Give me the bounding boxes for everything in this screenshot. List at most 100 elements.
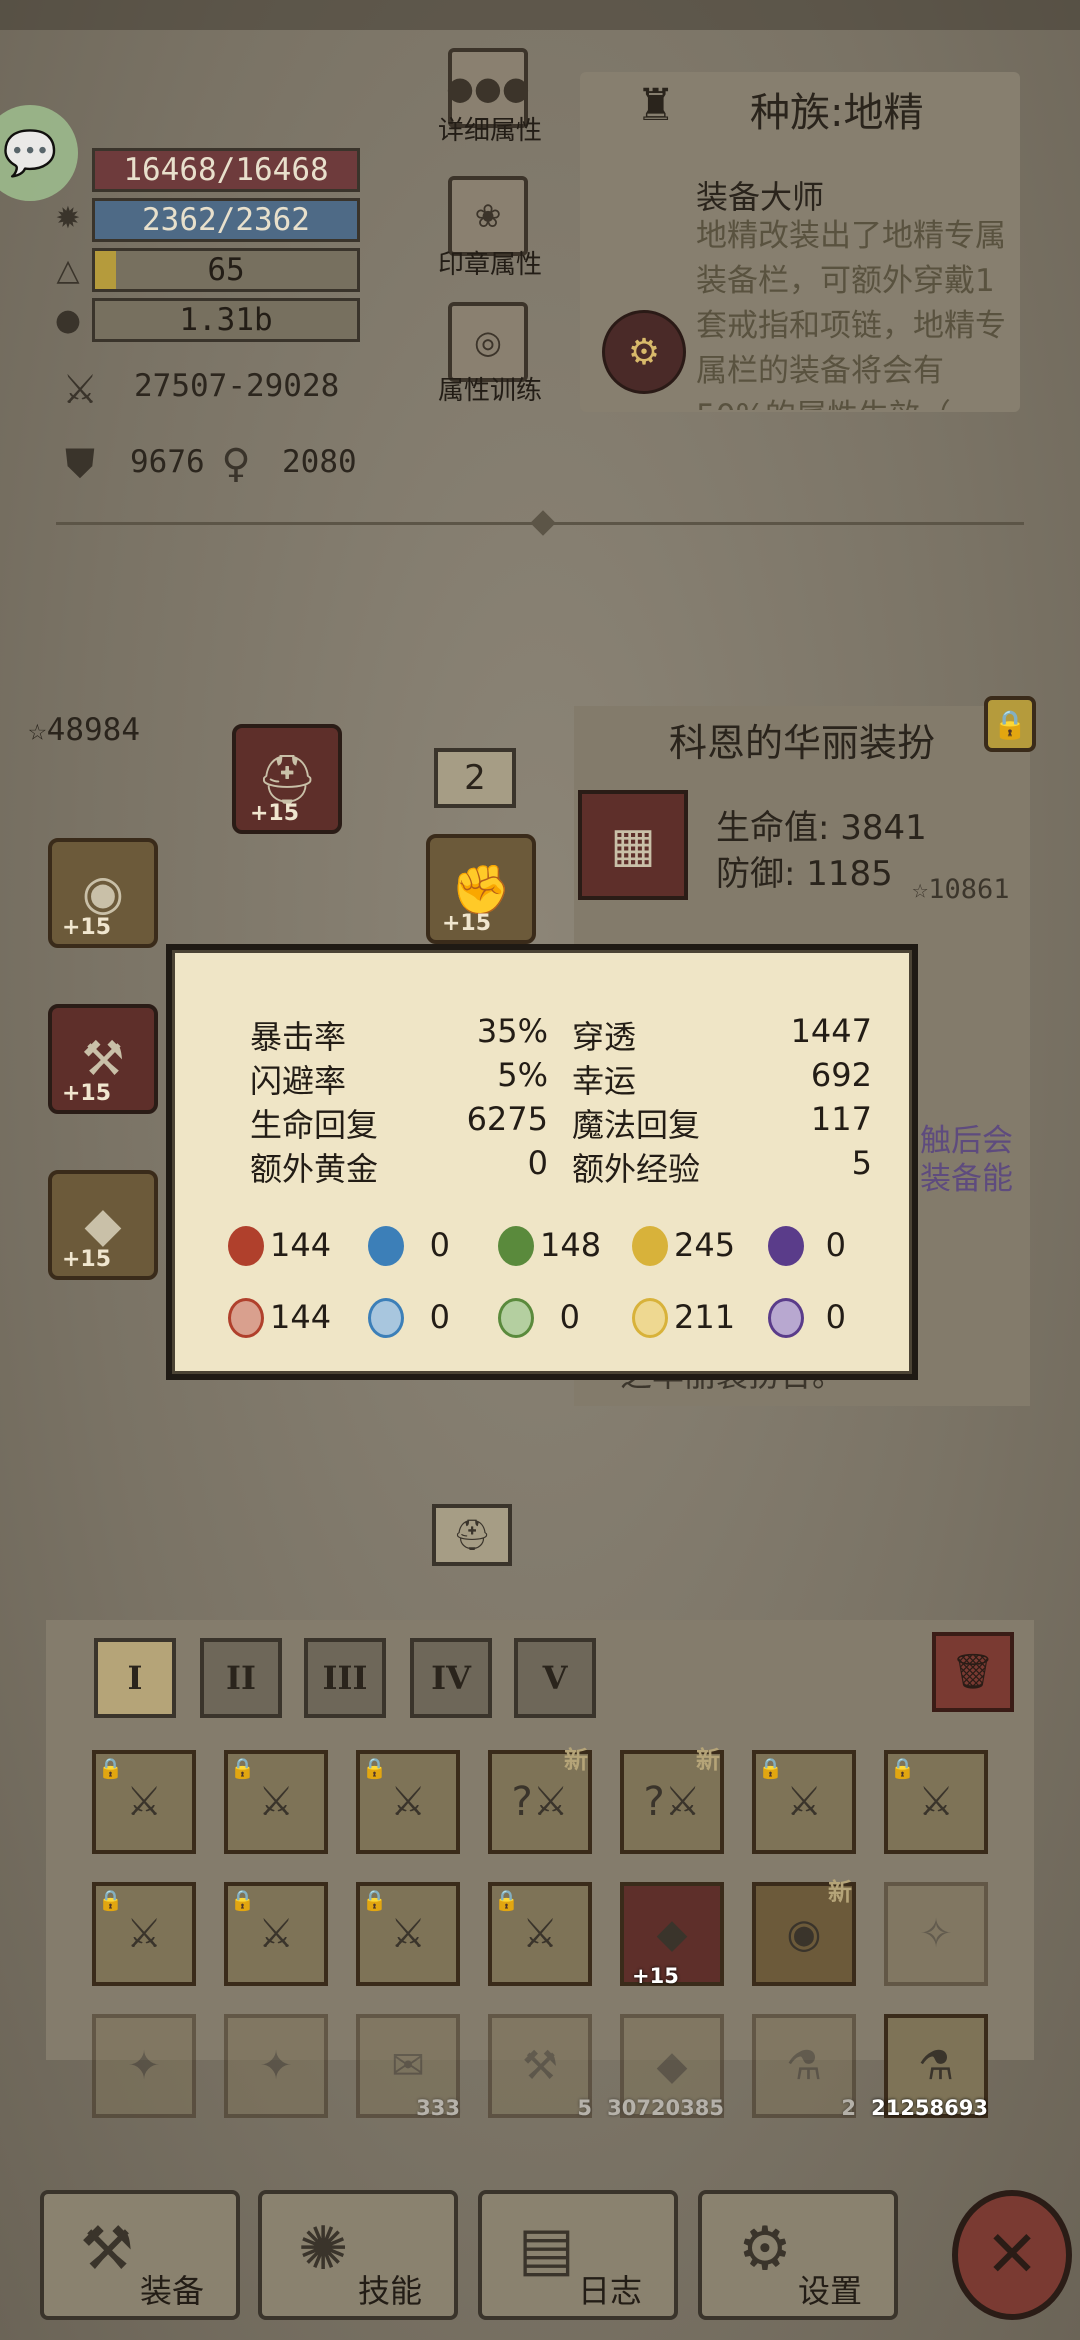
inventory-slot[interactable]: 🔒 ⚔: [488, 1882, 592, 1986]
sword-icon: ⚔: [62, 367, 98, 413]
item-count: 30720385: [607, 2096, 724, 2120]
attribute-popup: 暴击率 35% 闪避率 5% 生命回复 6275 额外黄金 0 穿透 1447 …: [166, 944, 918, 1380]
tab-3[interactable]: III: [304, 1638, 386, 1718]
mana-icon: ✹: [55, 200, 81, 236]
lock-icon: 🔒: [98, 1756, 123, 1780]
gear-icon: ⚙: [738, 2214, 792, 2284]
inventory-slot[interactable]: 🔒 ⚔: [224, 1882, 328, 1986]
slot-count-box[interactable]: 2: [434, 748, 516, 808]
gloves-slot[interactable]: ✊ +15: [426, 834, 536, 944]
hp-value: 16468/16468: [123, 152, 329, 188]
fire-attack-value: 144: [270, 1226, 332, 1264]
trash-button[interactable]: 🗑: [932, 1632, 1014, 1712]
nav-log[interactable]: ▤ 日志: [478, 2190, 678, 2320]
water-attack-value: 0: [429, 1226, 450, 1264]
inventory-slot[interactable]: 🔒 ⚔: [752, 1750, 856, 1854]
popup-value-pierce: 1447: [790, 1012, 872, 1050]
inventory-slot[interactable]: ?⚔ 新: [620, 1746, 724, 1854]
inventory-slot[interactable]: 🔒 ⚔: [356, 1750, 460, 1854]
popup-value-gold: 0: [527, 1144, 548, 1182]
popup-label-luck: 幸运: [572, 1062, 637, 1100]
light-resist-icon: [632, 1298, 668, 1338]
book-icon: ▤: [518, 2214, 575, 2284]
attack-value: 27507-29028: [134, 368, 340, 404]
lock-icon: 🔒: [758, 1756, 783, 1780]
inventory-slot-scroll[interactable]: ✉ 333: [356, 2014, 460, 2120]
ring-slot-1[interactable]: ◉ +15: [48, 838, 158, 948]
gold-bar: 1.31b: [92, 298, 360, 342]
level-bar: 65: [92, 248, 360, 292]
weapon-slot[interactable]: ⚒ +15: [48, 1004, 158, 1114]
nav-skills[interactable]: ✺ 技能: [258, 2190, 458, 2320]
inventory-slot[interactable]: 🔒 ⚔: [92, 1882, 196, 1986]
lock-icon: 🔒: [362, 1756, 387, 1780]
popup-label-pierce: 穿透: [572, 1018, 637, 1056]
nav-skills-label: 技能: [358, 2272, 423, 2310]
helmet-slot[interactable]: ⛑ +15: [232, 724, 342, 834]
ring-level: +15: [62, 915, 112, 940]
level-value: 65: [207, 252, 245, 288]
hp-bar: 16468/16468: [92, 148, 360, 192]
key-icon: ♀: [221, 441, 251, 487]
defense-value: 9676: [130, 444, 205, 480]
level-fill: [95, 251, 116, 289]
popup-value-mpregen: 117: [810, 1100, 872, 1138]
tab-2[interactable]: II: [200, 1638, 282, 1718]
popup-label-exp: 额外经验: [572, 1150, 701, 1188]
helmet-toggle-button[interactable]: ⛑: [432, 1504, 512, 1566]
inventory-slot-amulet[interactable]: ◆ +15: [620, 1882, 724, 1988]
inventory-slot[interactable]: ?⚔ 新: [488, 1746, 592, 1854]
mp-bar: 2362/2362: [92, 198, 360, 242]
inventory-slot[interactable]: 🔒 ⚔: [884, 1750, 988, 1854]
inventory-slot-material[interactable]: ✦: [224, 2014, 328, 2118]
water-resist-value: 0: [429, 1298, 450, 1336]
nav-equip-label: 装备: [140, 2272, 205, 2310]
top-edge: [0, 0, 1080, 30]
dark-resist-value: 0: [825, 1298, 846, 1336]
tab-1[interactable]: I: [94, 1638, 176, 1718]
tab-5[interactable]: V: [514, 1638, 596, 1718]
item-count: 21258693: [871, 2096, 988, 2120]
inventory-slot-empty[interactable]: ✧: [884, 1882, 988, 1986]
gold-icon: ●: [54, 302, 82, 338]
star-total-value: 48984: [46, 712, 140, 748]
nature-resist-value: 0: [559, 1298, 580, 1336]
inventory-slot[interactable]: 🔒 ⚔: [356, 1882, 460, 1986]
extra-value: 2080: [282, 444, 357, 480]
gloves-level: +15: [442, 911, 492, 936]
fire-resist-value: 144: [270, 1298, 332, 1336]
amulet-slot[interactable]: ◆ +15: [48, 1170, 158, 1280]
popup-value-exp: 5: [851, 1144, 872, 1182]
level-icon: △: [56, 252, 80, 288]
close-button[interactable]: ✕: [952, 2190, 1072, 2320]
light-attack-icon: [632, 1226, 668, 1266]
race-title: 种族:地精: [750, 90, 924, 136]
nature-attack-icon: [498, 1226, 534, 1266]
axe-icon: ⚒: [80, 2214, 134, 2284]
tab-4[interactable]: IV: [410, 1638, 492, 1718]
lock-icon: 🔒: [98, 1888, 123, 1912]
lock-icon[interactable]: 🔒: [984, 696, 1036, 752]
nav-equip[interactable]: ⚒ 装备: [40, 2190, 240, 2320]
dark-attack-value: 0: [825, 1226, 846, 1264]
amulet-level: +15: [62, 1247, 112, 1272]
inventory-slot[interactable]: 🔒 ⚔: [92, 1750, 196, 1854]
race-description[interactable]: 地精改装出了地精专属装备栏，可额外穿戴1套戒指和项链，地精专属栏的装备将会有50…: [696, 214, 1006, 410]
outfit-armor-icon: ▦: [578, 790, 688, 900]
light-attack-value: 245: [674, 1226, 736, 1264]
inventory-slot-pickaxe[interactable]: ⚒ 5: [488, 2014, 592, 2120]
lock-icon: 🔒: [494, 1888, 519, 1912]
outfit-purple-text: 触后会装备能: [920, 1123, 1013, 1197]
inventory-slot[interactable]: 🔒 ⚔: [224, 1750, 328, 1854]
popup-value-luck: 692: [810, 1056, 872, 1094]
nav-settings[interactable]: ⚙ 设置: [698, 2190, 898, 2320]
inventory-slot-gem[interactable]: ◆ 30720385: [607, 2014, 724, 2120]
nav-settings-label: 设置: [798, 2272, 863, 2310]
inventory-slot-potion[interactable]: ⚗ 2: [752, 2014, 856, 2120]
inventory-slot-ring[interactable]: ◉ 新: [752, 1878, 856, 1986]
inventory-slot-elixir[interactable]: ⚗ 21258693: [871, 2014, 988, 2120]
shield-icon: ⛊: [65, 441, 95, 487]
inventory-slot-material[interactable]: ✦: [92, 2014, 196, 2118]
popup-label-hpregen: 生命回复: [250, 1106, 379, 1144]
popup-label-gold: 额外黄金: [250, 1150, 379, 1188]
